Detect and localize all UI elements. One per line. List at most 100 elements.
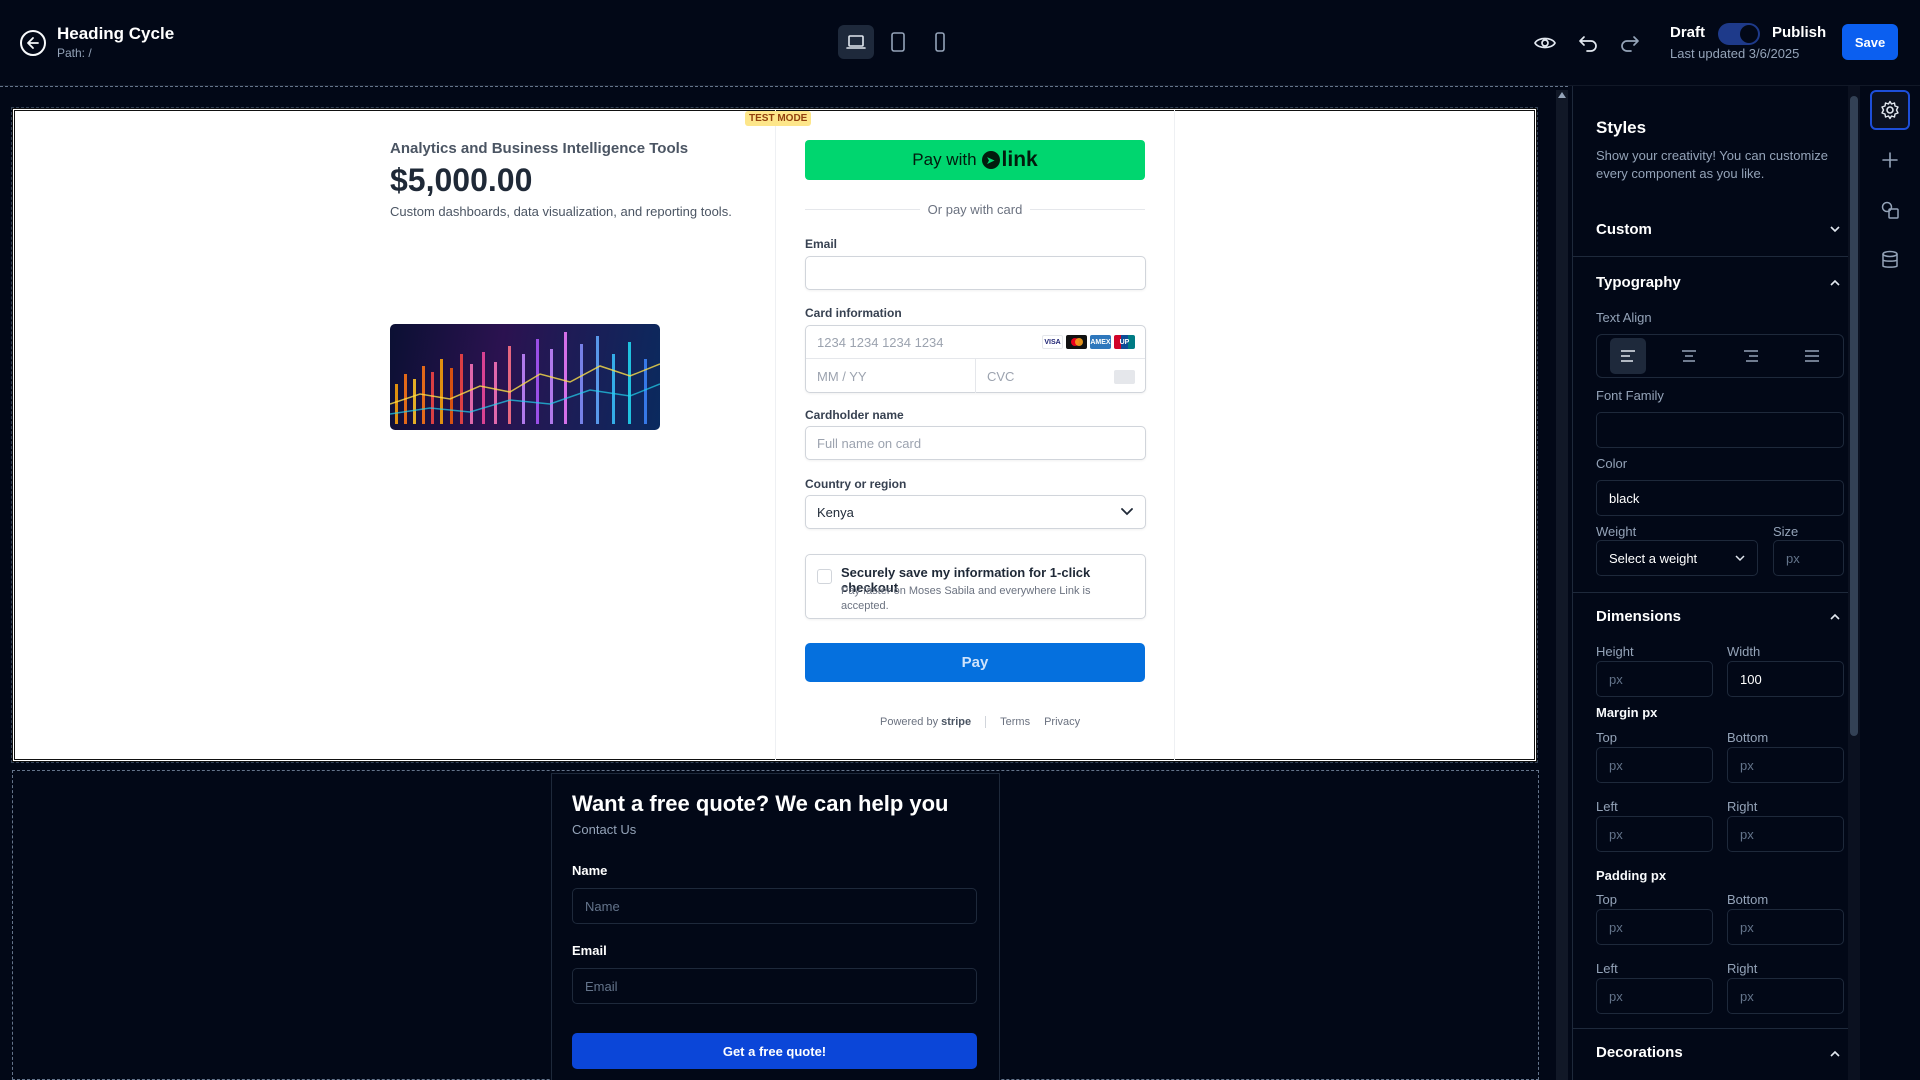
chevron-down-icon bbox=[1121, 508, 1133, 516]
chevron-up-icon[interactable] bbox=[1830, 1048, 1840, 1058]
card-info-group: 1234 1234 1234 1234 VISA AMEX UP MM / YY… bbox=[805, 325, 1146, 393]
publish-toggle[interactable] bbox=[1718, 23, 1760, 45]
desktop-view-button[interactable] bbox=[838, 25, 874, 59]
country-select[interactable]: Kenya bbox=[805, 495, 1146, 529]
shapes-icon[interactable] bbox=[1870, 190, 1910, 230]
margin-bottom-placeholder: px bbox=[1740, 757, 1754, 773]
product-description: Custom dashboards, data visualization, a… bbox=[390, 204, 732, 219]
privacy-link[interactable]: Privacy bbox=[1044, 716, 1080, 728]
preview-eye-icon[interactable] bbox=[1532, 30, 1558, 56]
powered-by-text: Powered by bbox=[880, 716, 939, 728]
email-label: Email bbox=[805, 237, 838, 251]
get-free-quote-button[interactable]: Get a free quote! bbox=[572, 1033, 977, 1069]
quote-name-input[interactable]: Name bbox=[572, 888, 977, 924]
chevron-up-icon[interactable] bbox=[1830, 611, 1840, 621]
save-info-box: Securely save my information for 1-click… bbox=[805, 554, 1146, 619]
link-pay-prefix: Pay with bbox=[912, 150, 977, 169]
page-title: Heading Cycle bbox=[57, 24, 175, 43]
pay-button[interactable]: Pay bbox=[805, 643, 1145, 682]
typography-section-header[interactable]: Typography bbox=[1596, 274, 1681, 291]
cardholder-input[interactable]: Full name on card bbox=[805, 426, 1146, 460]
quote-subtitle: Contact Us bbox=[572, 822, 637, 837]
panel-divider bbox=[1573, 256, 1848, 257]
quote-email-input[interactable]: Email bbox=[572, 968, 977, 1004]
footer-separator bbox=[985, 716, 987, 728]
save-info-subtext: Pay faster on Moses Sabila and everywher… bbox=[841, 585, 1091, 612]
align-left-icon[interactable] bbox=[1609, 338, 1646, 374]
padding-bottom-input[interactable]: px bbox=[1727, 909, 1844, 945]
redo-icon[interactable] bbox=[1617, 30, 1643, 56]
panel-scrollbar[interactable] bbox=[1848, 86, 1860, 1080]
pay-with-link-button[interactable]: Pay with ➤ link bbox=[805, 140, 1145, 180]
database-icon[interactable] bbox=[1870, 240, 1910, 280]
chevron-up-icon[interactable] bbox=[1830, 277, 1840, 287]
decorations-section-header[interactable]: Decorations bbox=[1596, 1044, 1683, 1061]
padding-left-input[interactable]: px bbox=[1596, 978, 1713, 1014]
width-input[interactable]: 100 bbox=[1727, 661, 1844, 697]
padding-right-input[interactable]: px bbox=[1727, 978, 1844, 1014]
margin-left-label: Left bbox=[1596, 799, 1618, 814]
text-align-label: Text Align bbox=[1596, 310, 1652, 325]
plus-icon[interactable] bbox=[1870, 140, 1910, 180]
tablet-view-button[interactable] bbox=[880, 25, 916, 59]
or-pay-with-card-text: Or pay with card bbox=[927, 201, 1023, 217]
gear-icon[interactable] bbox=[1870, 90, 1910, 130]
margin-right-input[interactable]: px bbox=[1727, 816, 1844, 852]
undo-icon[interactable] bbox=[1575, 30, 1601, 56]
checkout-divider-right bbox=[1174, 110, 1175, 760]
weight-select[interactable]: Select a weight bbox=[1596, 540, 1758, 576]
save-info-checkbox[interactable] bbox=[817, 569, 832, 584]
amex-icon: AMEX bbox=[1090, 335, 1111, 349]
mastercard-icon bbox=[1066, 335, 1087, 349]
cvc-input[interactable]: CVC bbox=[976, 359, 1146, 393]
back-arrow-icon[interactable] bbox=[20, 30, 46, 56]
size-placeholder: px bbox=[1786, 550, 1800, 566]
cardholder-placeholder: Full name on card bbox=[817, 435, 922, 451]
tablet-icon bbox=[891, 32, 905, 52]
panel-divider bbox=[1573, 592, 1848, 593]
phone-icon bbox=[935, 32, 945, 52]
size-label: Size bbox=[1773, 524, 1799, 539]
color-input[interactable]: black bbox=[1596, 480, 1844, 516]
unionpay-icon: UP bbox=[1114, 335, 1135, 349]
expiry-input[interactable]: MM / YY bbox=[806, 359, 976, 393]
margin-left-input[interactable]: px bbox=[1596, 816, 1713, 852]
mobile-view-button[interactable] bbox=[922, 25, 958, 59]
canvas-scrollbar[interactable] bbox=[1556, 90, 1568, 1080]
chevron-down-icon[interactable] bbox=[1830, 224, 1840, 234]
padding-top-placeholder: px bbox=[1609, 919, 1623, 935]
margin-top-placeholder: px bbox=[1609, 757, 1623, 773]
padding-label: Padding px bbox=[1596, 868, 1667, 883]
height-input[interactable]: px bbox=[1596, 661, 1713, 697]
height-placeholder: px bbox=[1609, 671, 1623, 687]
dimensions-section-header[interactable]: Dimensions bbox=[1596, 608, 1681, 625]
card-brands: VISA AMEX UP bbox=[1042, 335, 1135, 349]
cardholder-label: Cardholder name bbox=[805, 408, 904, 422]
margin-bottom-input[interactable]: px bbox=[1727, 747, 1844, 783]
card-number-input[interactable]: 1234 1234 1234 1234 VISA AMEX UP bbox=[806, 326, 1145, 359]
margin-top-input[interactable]: px bbox=[1596, 747, 1713, 783]
align-center-icon[interactable] bbox=[1671, 338, 1707, 374]
size-input[interactable]: px bbox=[1773, 540, 1844, 576]
country-label: Country or region bbox=[805, 477, 907, 491]
chevron-down-icon bbox=[1735, 554, 1745, 561]
padding-top-input[interactable]: px bbox=[1596, 909, 1713, 945]
save-button[interactable]: Save bbox=[1842, 24, 1898, 60]
font-family-input[interactable] bbox=[1596, 412, 1844, 448]
margin-left-placeholder: px bbox=[1609, 826, 1623, 842]
custom-section-header[interactable]: Custom bbox=[1596, 221, 1652, 238]
email-input[interactable] bbox=[805, 256, 1146, 290]
panel-scroll-thumb[interactable] bbox=[1850, 96, 1858, 736]
height-label: Height bbox=[1596, 644, 1634, 659]
align-justify-icon[interactable] bbox=[1794, 338, 1830, 374]
page-title-block: Heading Cycle Path: / bbox=[57, 24, 174, 60]
padding-left-placeholder: px bbox=[1609, 988, 1623, 1004]
padding-bottom-placeholder: px bbox=[1740, 919, 1754, 935]
or-line-left bbox=[805, 208, 920, 210]
scroll-up-arrow-icon[interactable] bbox=[1558, 92, 1566, 98]
test-mode-badge: TEST MODE bbox=[745, 111, 812, 126]
terms-link[interactable]: Terms bbox=[1000, 716, 1030, 728]
stripe-logo: stripe bbox=[941, 716, 972, 728]
powered-by-stripe[interactable]: Powered by stripe bbox=[880, 716, 971, 728]
align-right-icon[interactable] bbox=[1733, 338, 1769, 374]
